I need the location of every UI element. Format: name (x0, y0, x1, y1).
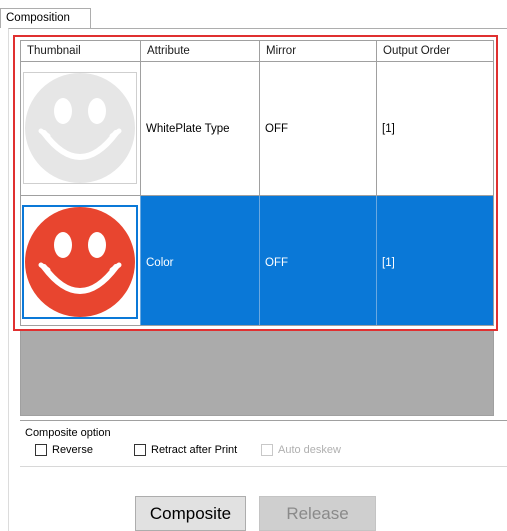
reverse-checkbox[interactable]: Reverse (35, 443, 93, 457)
retract-after-print-checkbox[interactable]: Retract after Print (134, 443, 237, 457)
retract-label: Retract after Print (151, 444, 238, 456)
grid-empty-area (20, 330, 494, 416)
retract-checkbox-box[interactable] (134, 444, 146, 456)
divider (20, 466, 507, 467)
tab-composition[interactable]: Composition (0, 8, 91, 28)
release-button: Release (259, 496, 376, 531)
deskew-checkbox-box (261, 444, 273, 456)
composite-button[interactable]: Composite (135, 496, 246, 531)
deskew-label: Auto deskew (278, 444, 341, 456)
divider (20, 420, 507, 421)
highlight-frame (13, 35, 498, 331)
composite-option-label: Composite option (25, 427, 111, 439)
auto-deskew-checkbox: Auto deskew (261, 443, 341, 457)
reverse-label: Reverse (52, 444, 93, 456)
reverse-checkbox-box[interactable] (35, 444, 47, 456)
